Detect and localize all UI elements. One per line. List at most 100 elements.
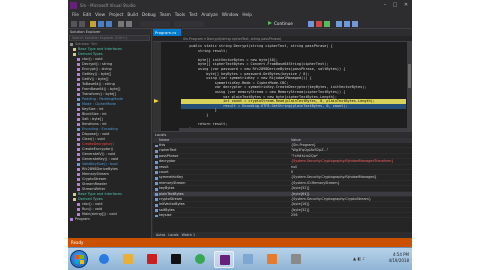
undo-icon[interactable] [118,21,124,27]
tree-item-icon [77,178,80,181]
taskbar-button[interactable] [286,251,306,268]
scrollbar-thumb[interactable] [408,64,411,88]
variable-icon [155,203,158,207]
variable-icon [155,187,158,191]
toolbar: Continue [68,19,412,29]
menu-item-tools[interactable]: Tools [175,11,185,19]
tray-icons[interactable]: ▲ ◧ ♪ [353,256,365,262]
menu-item-window[interactable]: Window [222,11,239,19]
visual-studio-icon [220,255,230,265]
locals-panel: Locals Name Value this {Sln.Program} ciphe… [153,131,412,238]
tree-item-icon [77,108,80,111]
close-button[interactable]: ✕ [401,0,411,10]
menu-bar: File Edit View Project Build Debug Team Tools Te… [68,11,412,19]
menu-item-file[interactable]: File [72,11,79,19]
maximize-button[interactable]: □ [390,0,400,10]
taskbar-button[interactable] [166,251,186,268]
taskbar-button[interactable] [238,251,258,268]
tree-item-icon [77,93,80,96]
variable-icon [155,155,158,159]
taskbar-button[interactable] [118,251,138,268]
variable-icon [155,214,158,218]
taskbar-button[interactable] [190,251,210,268]
variable-icon [155,160,158,164]
local-name: keysize [159,213,172,218]
ie-icon [99,254,109,264]
solution-search-input[interactable]: Search Solution Explorer (Ctrl+;) [69,35,150,41]
taskbar-button[interactable] [214,251,234,268]
notepad-icon [243,254,253,264]
tree-item-icon [77,213,80,216]
tree-item-icon [77,128,80,131]
step-out-icon[interactable] [352,21,358,27]
variable-icon [155,182,158,186]
tab-program-cs[interactable]: Program.cs [153,29,181,36]
step-into-icon[interactable] [344,21,350,27]
continue-button[interactable]: Continue [266,20,304,27]
tree-item-icon [77,188,80,191]
taskbar-button[interactable] [262,251,282,268]
editor-vertical-scrollbar[interactable] [407,42,412,131]
restart-icon[interactable] [324,21,330,27]
tree-item-icon [77,138,80,141]
locals-row[interactable]: keysize 256 [153,213,412,219]
tree-item-icon [77,153,80,156]
taskbar-button[interactable] [142,251,162,268]
open-file-icon[interactable] [90,21,96,27]
filezilla-icon [147,254,157,264]
menu-item-view[interactable]: View [95,11,105,19]
explorer-icon [123,254,133,264]
minimize-button[interactable]: – [380,0,390,10]
vmware-icon [291,254,301,264]
tree-item-icon [77,73,80,76]
forward-icon[interactable] [79,21,85,27]
tree-item-icon [73,193,76,196]
tree-item-icon [70,43,73,46]
redo-icon[interactable] [126,21,132,27]
window-title: Sln - Microsoft Visual Studio [80,3,136,8]
step-over-icon[interactable] [336,21,342,27]
variable-icon [155,209,158,212]
menu-item-team[interactable]: Team [160,11,171,19]
menu-item-build[interactable]: Build [127,11,138,19]
tree-item-icon [77,203,80,206]
tree-item-icon [77,78,80,81]
menu-item-analyze[interactable]: Analyze [201,11,218,19]
tree-item-icon [73,53,76,56]
tree-item-icon [77,118,80,121]
clock-date[interactable]: 4/19/2018 [375,258,409,264]
tree-item-icon [70,218,73,221]
visual-studio-icon [70,2,77,9]
platform-dropdown[interactable] [174,21,204,27]
tree-item[interactable]: Program [68,217,152,222]
variable-icon [155,149,158,153]
menu-item-project[interactable]: Project [109,11,123,19]
execution-pointer-icon[interactable] [154,99,159,104]
code-area[interactable]: public static string Decrypt(string ciph… [153,42,412,131]
variable-icon [155,198,158,202]
editor-tabs: Program.cs [153,29,412,36]
menu-item-edit[interactable]: Edit [83,11,91,19]
menu-item-help[interactable]: Help [242,11,252,19]
taskbar-button[interactable] [94,251,114,268]
save-icon[interactable] [98,21,104,27]
tree-item-icon [77,148,80,151]
continue-label: Continue [274,21,293,26]
save-all-icon[interactable] [106,21,112,27]
tree-item-icon [77,133,80,136]
menu-item-test[interactable]: Test [189,11,197,19]
tree-item-icon [73,48,76,51]
back-icon[interactable] [71,21,77,27]
locals-grid: Name Value this {Sln.Program} cipherText "W… [153,138,412,219]
pause-icon[interactable] [308,21,314,27]
local-value[interactable]: 256 [291,213,407,217]
configuration-dropdown[interactable] [140,21,170,27]
start-button[interactable] [70,250,88,268]
tree-item-icon [77,98,80,101]
breakpoint-margin[interactable] [153,42,161,131]
tree-item-icon [77,68,80,71]
stop-icon[interactable] [316,21,322,27]
menu-item-debug[interactable]: Debug [142,11,156,19]
windows-taskbar: ▲ ◧ ♪ 4:54 PM 4/19/2018 [68,247,412,270]
solution-tree: Solution 'Sln' Base Type and Interfaces De… [68,42,152,222]
